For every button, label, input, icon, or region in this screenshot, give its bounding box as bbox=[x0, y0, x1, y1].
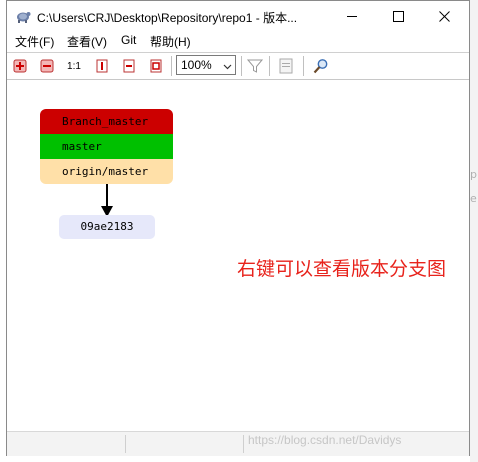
maximize-icon bbox=[392, 10, 404, 22]
ref-label-master[interactable]: master bbox=[40, 134, 173, 159]
toolbar-separator bbox=[171, 56, 172, 76]
plus-icon bbox=[13, 59, 27, 73]
toolbar-separator bbox=[303, 56, 304, 76]
ref-label-origin-master[interactable]: origin/master bbox=[40, 159, 173, 184]
filter-button[interactable] bbox=[246, 57, 264, 75]
fit-window-icon bbox=[150, 59, 162, 73]
watermark-text: https://blog.csdn.net/Davidys bbox=[248, 433, 402, 447]
ref-label-branch-master[interactable]: Branch_master bbox=[40, 109, 173, 134]
toolbar-separator bbox=[241, 56, 242, 76]
commit-edge-arrow bbox=[101, 184, 113, 217]
background-text-fragment: e bbox=[470, 192, 477, 205]
fit-height-icon bbox=[96, 59, 108, 73]
zoom-one-to-one-button[interactable]: 1:1 bbox=[65, 57, 83, 75]
menu-git[interactable]: Git bbox=[121, 33, 136, 47]
expand-all-button[interactable] bbox=[11, 57, 29, 75]
tortoise-app-icon bbox=[15, 9, 31, 23]
revision-graph-canvas[interactable]: Branch_master master origin/master 09ae2… bbox=[9, 80, 467, 430]
status-separator bbox=[243, 435, 244, 453]
toolbar-separator bbox=[269, 56, 270, 76]
minus-icon bbox=[40, 59, 54, 73]
menu-view[interactable]: 查看(V) bbox=[67, 33, 107, 50]
annotation-text: 右键可以查看版本分支图 bbox=[237, 258, 447, 280]
ref-group-node[interactable]: Branch_master master origin/master bbox=[40, 109, 173, 184]
revision-graph-window: C:\Users\CRJ\Desktop\Repository\repo1 - … bbox=[6, 0, 470, 456]
background-window-fragment: p e bbox=[470, 0, 478, 462]
maximize-button[interactable] bbox=[375, 1, 421, 31]
fit-width-icon bbox=[123, 59, 135, 73]
minimize-button[interactable] bbox=[329, 1, 375, 31]
search-icon bbox=[313, 59, 328, 74]
close-button[interactable] bbox=[421, 1, 467, 31]
status-separator bbox=[125, 435, 126, 453]
menu-bar: 文件(F) 查看(V) Git 帮助(H) bbox=[7, 31, 469, 51]
close-icon bbox=[438, 10, 450, 22]
zoom-value: 100% bbox=[181, 58, 212, 72]
background-text-fragment: p bbox=[470, 168, 477, 181]
zoom-fit-height-button[interactable] bbox=[93, 57, 111, 75]
search-button[interactable] bbox=[312, 57, 330, 75]
filter-icon bbox=[247, 59, 263, 73]
menu-file[interactable]: 文件(F) bbox=[15, 33, 54, 50]
collapse-all-button[interactable] bbox=[38, 57, 56, 75]
window-title: C:\Users\CRJ\Desktop\Repository\repo1 - … bbox=[37, 11, 298, 25]
commit-node[interactable]: 09ae2183 bbox=[59, 215, 155, 239]
zoom-fit-width-button[interactable] bbox=[120, 57, 138, 75]
overview-button[interactable] bbox=[277, 57, 295, 75]
minimize-icon bbox=[346, 15, 357, 17]
menu-help[interactable]: 帮助(H) bbox=[150, 33, 191, 50]
zoom-fit-window-button[interactable] bbox=[147, 57, 165, 75]
toolbar: 1:1 100% bbox=[7, 52, 469, 80]
overview-panel-icon bbox=[279, 58, 293, 74]
zoom-select[interactable]: 100% bbox=[176, 55, 236, 75]
title-bar[interactable]: C:\Users\CRJ\Desktop\Repository\repo1 - … bbox=[7, 1, 469, 31]
chevron-down-icon bbox=[223, 60, 232, 74]
